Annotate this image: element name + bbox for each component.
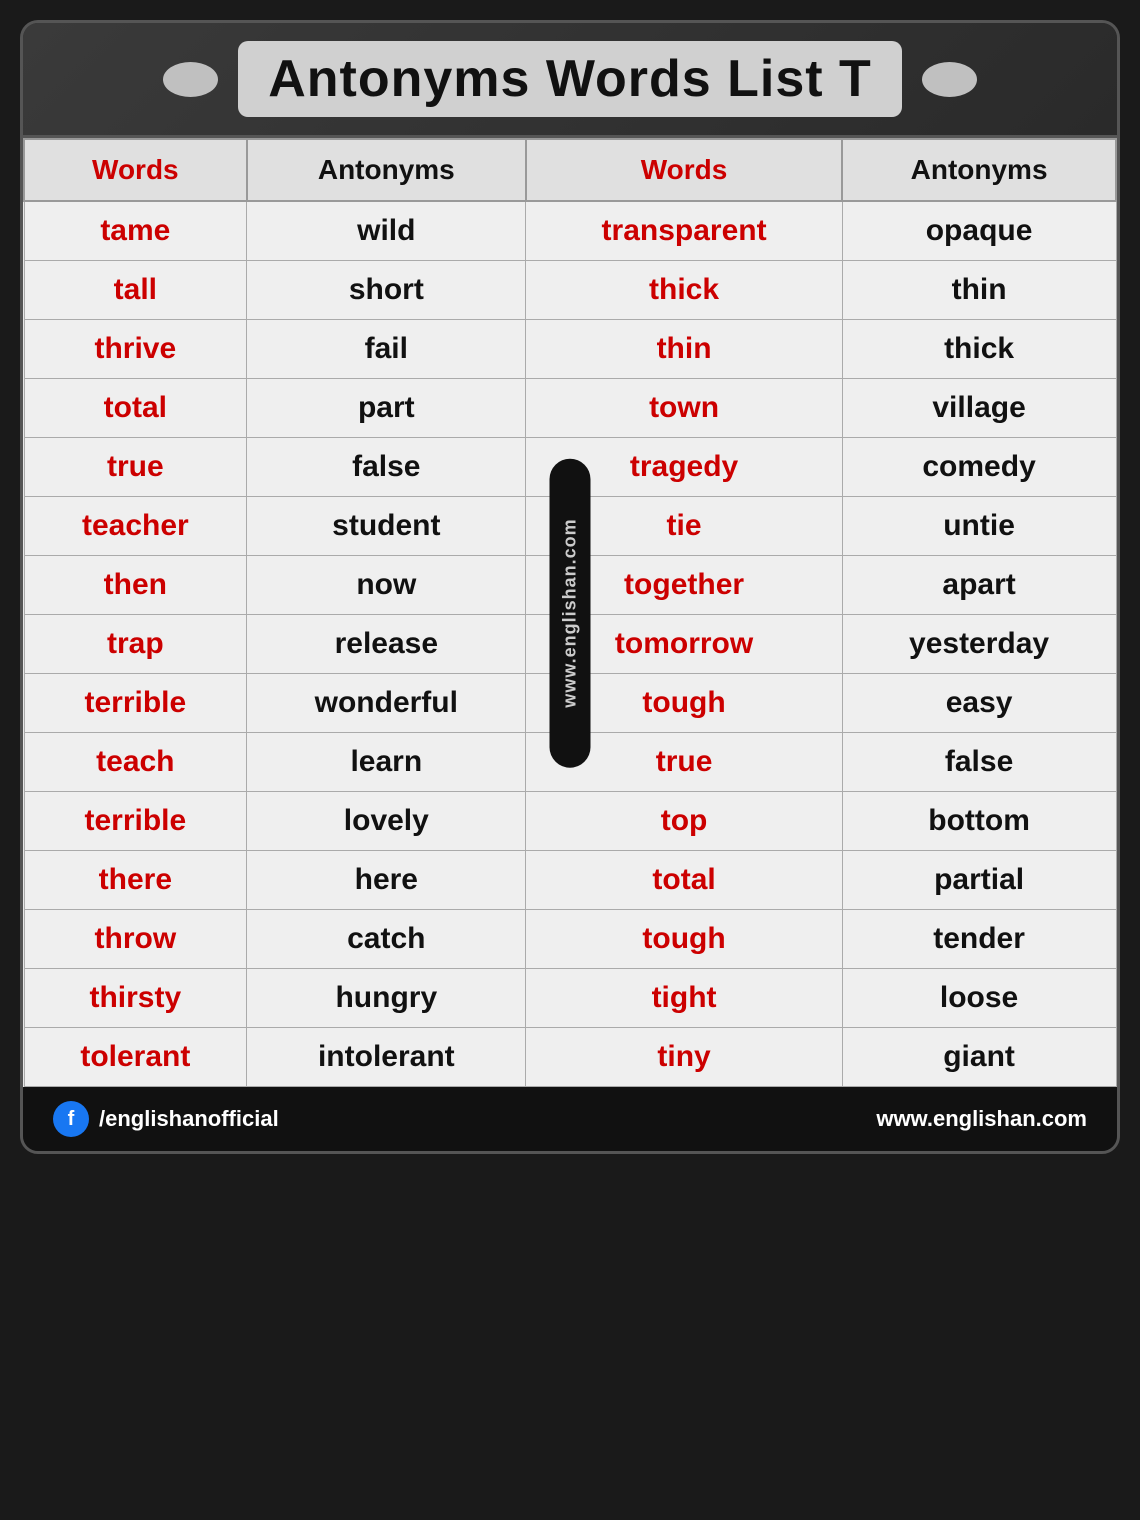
table-row: truefalsetragedycomedy [24, 438, 1116, 497]
word-cell: town [526, 379, 842, 438]
word-cell: true [526, 733, 842, 792]
antonym-cell: now [247, 556, 526, 615]
word-cell: tall [24, 261, 247, 320]
word-cell: tomorrow [526, 615, 842, 674]
word-cell: thrive [24, 320, 247, 379]
word-cell: total [526, 851, 842, 910]
word-cell: throw [24, 910, 247, 969]
antonym-cell: catch [247, 910, 526, 969]
word-cell: tight [526, 969, 842, 1028]
antonym-cell: learn [247, 733, 526, 792]
table-container: www.englishan.com Words Antonyms Words A… [23, 138, 1117, 1087]
word-cell: tiny [526, 1028, 842, 1087]
antonym-cell: untie [842, 497, 1116, 556]
table-header-row: Words Antonyms Words Antonyms [24, 139, 1116, 201]
footer-social: f /englishanofficial [53, 1101, 279, 1137]
table-row: terriblewonderfultougheasy [24, 674, 1116, 733]
left-oval-decoration [163, 62, 218, 97]
word-cell: thick [526, 261, 842, 320]
col-header-antonyms2: Antonyms [842, 139, 1116, 201]
table-row: teachlearntruefalse [24, 733, 1116, 792]
word-cell: transparent [526, 201, 842, 261]
antonym-cell: release [247, 615, 526, 674]
word-cell: tough [526, 674, 842, 733]
antonym-cell: wonderful [247, 674, 526, 733]
antonym-cell: tender [842, 910, 1116, 969]
word-cell: then [24, 556, 247, 615]
antonym-cell: village [842, 379, 1116, 438]
col-header-antonyms1: Antonyms [247, 139, 526, 201]
table-row: thrivefailthinthick [24, 320, 1116, 379]
table-row: tallshortthickthin [24, 261, 1116, 320]
table-row: teacherstudenttieuntie [24, 497, 1116, 556]
antonym-cell: hungry [247, 969, 526, 1028]
footer: f /englishanofficial www.englishan.com [23, 1087, 1117, 1151]
social-handle: /englishanofficial [99, 1106, 279, 1132]
table-row: tamewildtransparentopaque [24, 201, 1116, 261]
antonym-cell: comedy [842, 438, 1116, 497]
col-header-words2: Words [526, 139, 842, 201]
word-cell: true [24, 438, 247, 497]
antonym-cell: false [842, 733, 1116, 792]
antonym-cell: bottom [842, 792, 1116, 851]
antonym-cell: student [247, 497, 526, 556]
antonym-cell: part [247, 379, 526, 438]
word-cell: thin [526, 320, 842, 379]
antonym-cell: short [247, 261, 526, 320]
antonym-cell: opaque [842, 201, 1116, 261]
table-row: thirstyhungrytightloose [24, 969, 1116, 1028]
word-cell: thirsty [24, 969, 247, 1028]
main-card: Antonyms Words List T www.englishan.com … [20, 20, 1120, 1154]
antonym-cell: intolerant [247, 1028, 526, 1087]
antonym-cell: false [247, 438, 526, 497]
word-cell: teach [24, 733, 247, 792]
table-row: throwcatchtoughtender [24, 910, 1116, 969]
antonym-cell: lovely [247, 792, 526, 851]
word-cell: tie [526, 497, 842, 556]
antonym-cell: here [247, 851, 526, 910]
right-oval-decoration [922, 62, 977, 97]
antonym-cell: thick [842, 320, 1116, 379]
antonyms-table: Words Antonyms Words Antonyms tamewildtr… [23, 138, 1117, 1087]
page-title: Antonyms Words List T [238, 41, 902, 117]
word-cell: trap [24, 615, 247, 674]
footer-website: www.englishan.com [876, 1106, 1087, 1132]
word-cell: together [526, 556, 842, 615]
table-row: terriblelovelytopbottom [24, 792, 1116, 851]
word-cell: top [526, 792, 842, 851]
word-cell: there [24, 851, 247, 910]
word-cell: tame [24, 201, 247, 261]
antonym-cell: fail [247, 320, 526, 379]
table-row: thereheretotalpartial [24, 851, 1116, 910]
facebook-icon: f [53, 1101, 89, 1137]
table-row: totalparttownvillage [24, 379, 1116, 438]
table-row: trapreleasetomorrowyesterday [24, 615, 1116, 674]
antonym-cell: yesterday [842, 615, 1116, 674]
col-header-words1: Words [24, 139, 247, 201]
antonym-cell: wild [247, 201, 526, 261]
word-cell: tragedy [526, 438, 842, 497]
antonym-cell: thin [842, 261, 1116, 320]
antonym-cell: easy [842, 674, 1116, 733]
antonym-cell: apart [842, 556, 1116, 615]
word-cell: tolerant [24, 1028, 247, 1087]
word-cell: teacher [24, 497, 247, 556]
word-cell: terrible [24, 792, 247, 851]
table-row: thennowtogetherapart [24, 556, 1116, 615]
antonym-cell: giant [842, 1028, 1116, 1087]
title-bar: Antonyms Words List T [23, 23, 1117, 138]
antonym-cell: partial [842, 851, 1116, 910]
table-row: tolerantintoleranttinygiant [24, 1028, 1116, 1087]
antonym-cell: loose [842, 969, 1116, 1028]
word-cell: tough [526, 910, 842, 969]
word-cell: total [24, 379, 247, 438]
word-cell: terrible [24, 674, 247, 733]
